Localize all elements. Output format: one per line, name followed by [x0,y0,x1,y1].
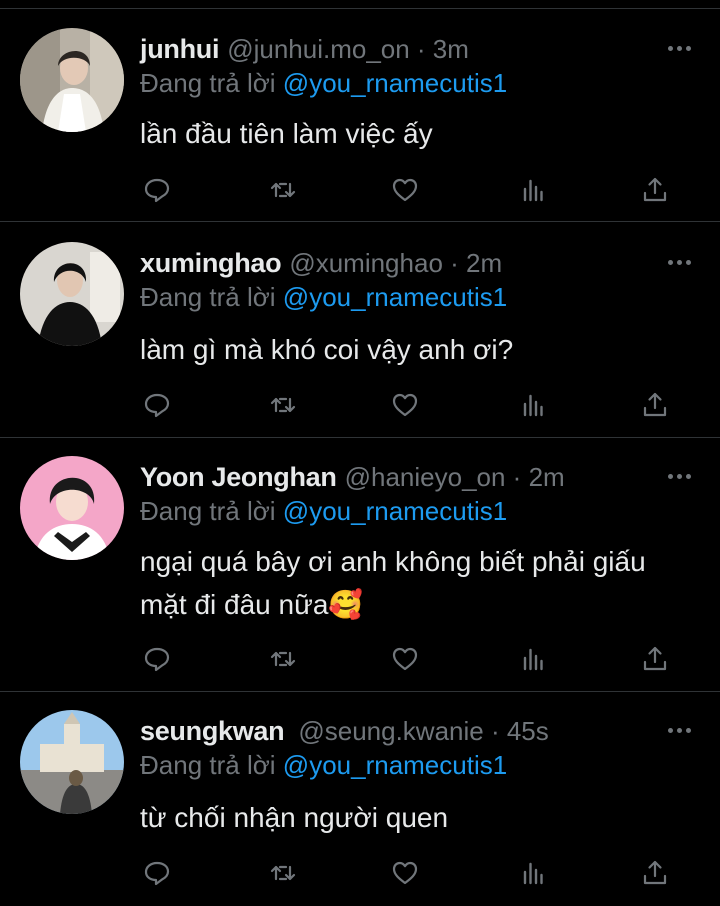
reply-icon[interactable] [140,642,174,676]
reply-icon[interactable] [140,388,174,422]
tweet-text: làm gì mà khó coi vậy anh ơi? [140,334,514,365]
views-icon[interactable] [516,642,550,676]
replying-to: Đang trả lời @you_rnamecutis1 [140,496,507,527]
tweet-header: xuminghao @xuminghao · 2m [140,246,502,280]
tweet-divider [0,691,720,692]
tweet-xuminghao[interactable]: xuminghao @xuminghao · 2m Đang trả lời @… [0,242,720,438]
display-name[interactable]: junhui [140,34,219,65]
like-icon[interactable] [388,173,422,207]
reply-prefix: Đang trả lời [140,750,276,780]
like-icon[interactable] [388,388,422,422]
handle-time[interactable]: @hanieyo_on · 2m [345,462,565,493]
more-options-icon[interactable] [662,466,696,486]
handle-time[interactable]: @xuminghao · 2m [289,248,502,279]
avatar[interactable] [20,28,124,132]
display-name[interactable]: seungkwan [140,716,285,747]
like-icon[interactable] [388,856,422,890]
avatar[interactable] [20,710,124,814]
avatar[interactable] [20,242,124,346]
tweet-text: ngại quá bây ơi anh không biết phải giấu… [140,546,646,620]
tweet-header: junhui @junhui.mo_on · 3m [140,32,469,66]
tweet-text: từ chối nhận người quen [140,802,449,833]
display-name[interactable]: xuminghao [140,248,282,279]
replying-to: Đang trả lời @you_rnamecutis1 [140,750,507,781]
reply-handle-link[interactable]: @you_rnamecutis1 [283,282,507,312]
tweet-yoon-jeonghan[interactable]: Yoon Jeonghan @hanieyo_on · 2m Đang trả … [0,456,720,692]
retweet-icon[interactable] [266,388,300,422]
tweet-text: lần đầu tiên làm việc ấy [140,118,433,149]
retweet-icon[interactable] [266,642,300,676]
views-icon[interactable] [516,173,550,207]
tweet-header: Yoon Jeonghan @hanieyo_on · 2m [140,460,565,494]
more-options-icon[interactable] [662,720,696,740]
views-icon[interactable] [516,856,550,890]
tweet-seungkwan[interactable]: seungkwan @seung.kwanie · 45s Đang trả l… [0,710,720,906]
share-icon[interactable] [638,856,672,890]
reply-handle-link[interactable]: @you_rnamecutis1 [283,750,507,780]
display-name[interactable]: Yoon Jeonghan [140,462,337,493]
reply-handle-link[interactable]: @you_rnamecutis1 [283,68,507,98]
tweet-actions [0,173,720,207]
tweet-header: seungkwan @seung.kwanie · 45s [140,714,549,748]
reply-icon[interactable] [140,856,174,890]
avatar[interactable] [20,456,124,560]
tweet-divider [0,221,720,222]
share-icon[interactable] [638,173,672,207]
handle-time[interactable]: @seung.kwanie · 45s [298,716,548,747]
tweet-actions [0,642,720,676]
handle-time[interactable]: @junhui.mo_on · 3m [227,34,469,65]
reply-prefix: Đang trả lời [140,496,276,526]
tweet-actions [0,856,720,890]
share-icon[interactable] [638,642,672,676]
reply-prefix: Đang trả lời [140,68,276,98]
more-options-icon[interactable] [662,252,696,272]
replying-to: Đang trả lời @you_rnamecutis1 [140,282,507,313]
replying-to: Đang trả lời @you_rnamecutis1 [140,68,507,99]
share-icon[interactable] [638,388,672,422]
reply-icon[interactable] [140,173,174,207]
like-icon[interactable] [388,642,422,676]
more-options-icon[interactable] [662,38,696,58]
reply-handle-link[interactable]: @you_rnamecutis1 [283,496,507,526]
top-divider [0,8,720,9]
views-icon[interactable] [516,388,550,422]
retweet-icon[interactable] [266,856,300,890]
tweet-divider [0,437,720,438]
reply-prefix: Đang trả lời [140,282,276,312]
tweet-junhui[interactable]: junhui @junhui.mo_on · 3m Đang trả lời @… [0,28,720,222]
tweet-actions [0,388,720,422]
retweet-icon[interactable] [266,173,300,207]
